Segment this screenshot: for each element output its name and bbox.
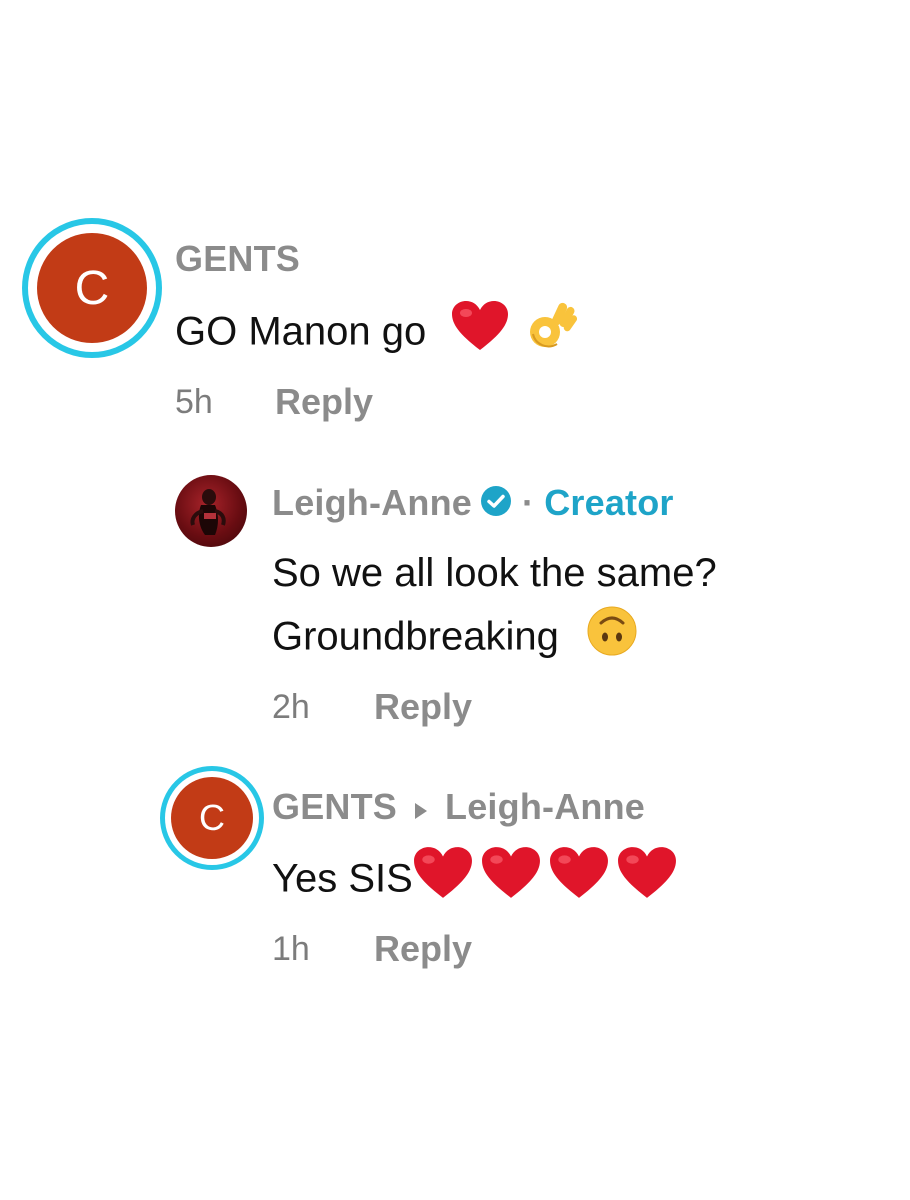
comment-text: GO Manon go [175, 309, 427, 354]
profile-photo-icon [190, 489, 226, 535]
creator-badge: Creator [544, 482, 674, 523]
comment-text-line-2: Groundbreaking [272, 614, 559, 659]
comment-username[interactable]: Leigh-Anne [272, 482, 472, 523]
comment-time: 5h [175, 383, 213, 421]
comment-time: 2h [272, 688, 310, 726]
heart-emoji [451, 300, 509, 368]
comment-gents-2: C GENTS Leigh-Anne Yes SIS 1h Reply [0, 760, 910, 1000]
heart-emoji [549, 846, 609, 916]
comment-username[interactable]: GENTS [175, 238, 300, 280]
comment-gents-1: C GENTS GO Manon go 5h Reply [0, 0, 910, 440]
comment-username[interactable]: GENTS [272, 786, 397, 827]
verified-check-icon [480, 484, 512, 526]
heart-emoji [481, 846, 541, 916]
upside-down-face-emoji [586, 605, 638, 673]
comment-text-row: GO Manon go [175, 298, 577, 370]
avatar[interactable]: C [171, 777, 253, 859]
ok-hand-emoji [525, 298, 577, 370]
avatar-letter: C [199, 797, 225, 838]
avatar[interactable] [175, 475, 247, 547]
comment-time: 1h [272, 930, 310, 968]
reply-button[interactable]: Reply [275, 381, 373, 423]
comment-username-row: Leigh-Anne · Creator [272, 482, 674, 526]
comment-text: Yes SIS [272, 856, 413, 901]
heart-emoji [617, 846, 677, 916]
comment-text-row-2: Groundbreaking [272, 605, 638, 673]
avatar-letter: C [74, 261, 110, 315]
comment-text-row: Yes SIS [272, 846, 677, 916]
reply-button[interactable]: Reply [374, 928, 472, 970]
reply-arrow-icon [413, 788, 429, 830]
reply-to-username[interactable]: Leigh-Anne [445, 786, 645, 827]
avatar[interactable]: C [37, 233, 147, 343]
comment-text-line-1: So we all look the same? [272, 551, 717, 595]
heart-emoji [413, 846, 473, 916]
separator-dot: · [521, 482, 535, 523]
reply-button[interactable]: Reply [374, 686, 472, 728]
comment-username-row: GENTS Leigh-Anne [272, 786, 645, 830]
comment-leigh-anne: Leigh-Anne · Creator So we all look the sa… [0, 440, 910, 760]
